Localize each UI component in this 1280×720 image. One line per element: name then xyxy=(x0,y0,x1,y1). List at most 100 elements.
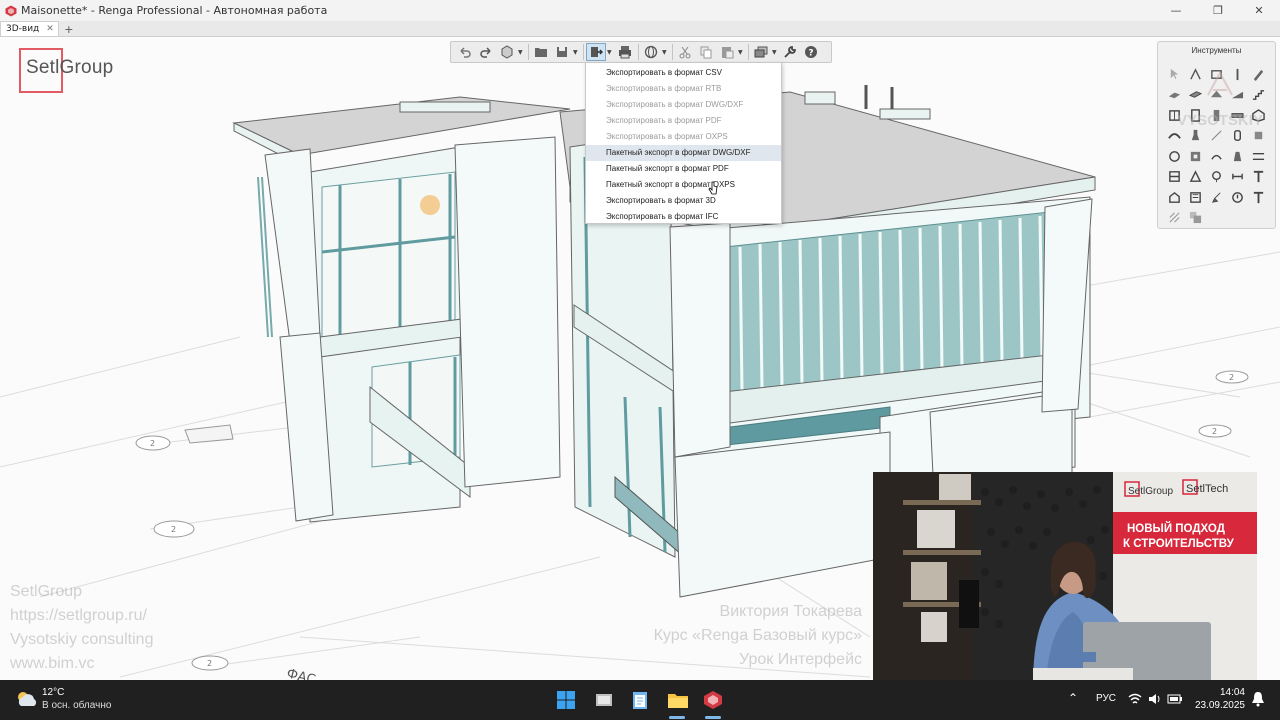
vysotskiy-watermark: VYSOTSKIY xyxy=(1177,70,1263,129)
pipe-tool-icon[interactable] xyxy=(1164,146,1185,167)
watermark-text: VYSOTSKIY xyxy=(1177,112,1263,129)
menu-item-batch-pdf[interactable]: Пакетный экспорт в формат PDF xyxy=(586,161,781,177)
help-button[interactable]: ? xyxy=(801,43,821,61)
chevron-down-icon[interactable]: ▼ xyxy=(738,49,744,56)
copy-button[interactable] xyxy=(696,43,716,61)
weather-temp[interactable]: 12°C xyxy=(42,687,64,698)
chevron-up-icon[interactable]: ⌃ xyxy=(1068,691,1078,705)
open-button[interactable] xyxy=(531,43,551,61)
fixture-tool-icon[interactable] xyxy=(1227,146,1248,167)
redo-button[interactable] xyxy=(476,43,496,61)
section-tool-icon[interactable] xyxy=(1185,187,1206,208)
main-toolbar: ▼ ▼ ▼ ▼ ▼ ▼ ? xyxy=(450,41,832,63)
restore-icon[interactable]: ❐ xyxy=(1198,0,1238,21)
file-explorer-button[interactable] xyxy=(666,688,690,712)
clock-time[interactable]: 14:04 xyxy=(1205,687,1245,698)
active-app-indicator xyxy=(705,716,721,719)
settings-button[interactable] xyxy=(780,43,800,61)
weather-text[interactable]: В осн. облачно xyxy=(42,700,111,711)
light-tool-icon[interactable] xyxy=(1206,167,1227,188)
presenter-webcam: SetlGroup SetlTech НОВЫЙ ПОДХОД К СТРОИТ… xyxy=(873,472,1257,688)
notification-bell-icon[interactable] xyxy=(1251,691,1265,707)
start-button[interactable] xyxy=(554,688,578,712)
text-tool-icon[interactable] xyxy=(1248,167,1269,188)
new-tab-button[interactable]: + xyxy=(62,22,76,36)
windows-logo-icon xyxy=(557,691,575,709)
tab-3d-view[interactable]: 3D-вид ✕ xyxy=(0,21,59,36)
save-button[interactable] xyxy=(552,43,572,61)
minimize-icon[interactable]: — xyxy=(1156,0,1196,21)
menu-item-export-oxps[interactable]: Экспортировать в формат OXPS xyxy=(586,129,781,145)
chevron-down-icon[interactable]: ▼ xyxy=(772,49,778,56)
cut-button[interactable] xyxy=(675,43,695,61)
duct-tool-icon[interactable] xyxy=(1185,146,1206,167)
export-dropdown-menu: Экспортировать в формат CSV Экспортирова… xyxy=(585,62,782,224)
floor-label: ФАС xyxy=(285,666,317,680)
room-tool-icon[interactable] xyxy=(1164,167,1185,188)
area-tool-icon[interactable] xyxy=(1185,167,1206,188)
folder-icon xyxy=(535,48,547,57)
clock-date[interactable]: 23.09.2025 xyxy=(1188,700,1245,711)
menu-item-export-pdf[interactable]: Экспортировать в формат PDF xyxy=(586,113,781,129)
hatch-tool-icon[interactable] xyxy=(1164,208,1185,229)
tab-label: 3D-вид xyxy=(6,24,40,34)
folder-icon xyxy=(668,694,688,708)
document-tabbar: 3D-вид ✕ + xyxy=(0,21,1280,37)
menu-item-export-ifc[interactable]: Экспортировать в формат IFC xyxy=(586,209,781,225)
overlay-lesson: Урок Интерфейс xyxy=(739,651,862,668)
overlay-credits-right: Виктория Токарева Курс «Renga Базовый ку… xyxy=(654,600,862,672)
logo-text: SetlGroup xyxy=(26,57,114,78)
renga-taskbar-button[interactable] xyxy=(701,688,725,712)
marker-tool-icon[interactable] xyxy=(1206,187,1227,208)
undo-button[interactable] xyxy=(455,43,475,61)
notepad-button[interactable] xyxy=(628,688,652,712)
language-indicator[interactable]: РУС xyxy=(1096,693,1116,704)
print-button[interactable] xyxy=(615,43,635,61)
close-icon[interactable]: ✕ xyxy=(1239,0,1279,21)
overlay-author: Виктория Токарева xyxy=(719,603,862,620)
group-tool-icon[interactable] xyxy=(1185,208,1206,229)
axis-marker: 2 xyxy=(150,439,155,448)
menu-item-export-3d[interactable]: Экспортировать в формат 3D xyxy=(586,193,781,209)
menu-item-batch-oxps[interactable]: Пакетный экспорт в формат OXPS xyxy=(586,177,781,193)
volume-icon[interactable] xyxy=(1148,692,1162,706)
help-icon: ? xyxy=(805,46,817,59)
elevation-tool-icon[interactable] xyxy=(1164,187,1185,208)
menu-item-export-rtb[interactable]: Экспортировать в формат RTB xyxy=(586,81,781,97)
banner-line-2: К СТРОИТЕЛЬСТВУ xyxy=(1123,538,1235,550)
redo-icon xyxy=(480,47,491,58)
dimension-tool-icon[interactable] xyxy=(1227,167,1248,188)
window-title: Maisonette* - Renga Professional - Автон… xyxy=(21,4,328,17)
battery-icon[interactable] xyxy=(1167,693,1183,705)
overlay-course: Курс «Renga Базовый курс» xyxy=(653,627,862,644)
chevron-down-icon[interactable]: ▼ xyxy=(607,49,613,56)
close-tab-icon[interactable]: ✕ xyxy=(46,24,54,34)
menu-item-batch-dwg[interactable]: Пакетный экспорт в формат DWG/DXF xyxy=(586,145,781,161)
webcam-scene: SetlGroup SetlTech НОВЫЙ ПОДХОД К СТРОИТ… xyxy=(873,472,1257,688)
menu-item-export-dwg[interactable]: Экспортировать в формат DWG/DXF xyxy=(586,97,781,113)
menu-item-export-csv[interactable]: Экспортировать в формат CSV xyxy=(586,65,781,81)
axis-marker: 2 xyxy=(171,525,176,534)
axis-marker: 2 xyxy=(207,659,212,668)
renga-app-icon xyxy=(704,691,722,709)
axis-marker: 2 xyxy=(1229,373,1234,382)
banner-logo-right: SetlTech xyxy=(1186,483,1228,495)
undo-icon xyxy=(460,47,471,58)
paste-button[interactable] xyxy=(717,43,737,61)
cube-icon xyxy=(501,45,513,59)
chevron-down-icon[interactable]: ▼ xyxy=(662,49,668,56)
export-button[interactable] xyxy=(586,43,606,61)
rebar-tool-icon[interactable] xyxy=(1248,146,1269,167)
renga-app-icon xyxy=(5,5,17,16)
annotation-tool-icon[interactable] xyxy=(1227,187,1248,208)
paste-icon xyxy=(722,47,734,59)
navigation-button[interactable] xyxy=(641,43,661,61)
task-view-button[interactable] xyxy=(592,688,616,712)
project-button[interactable] xyxy=(497,43,517,61)
wifi-icon[interactable] xyxy=(1128,692,1142,706)
views-button[interactable] xyxy=(751,43,771,61)
chevron-down-icon[interactable]: ▼ xyxy=(573,49,579,56)
fitting-tool-icon[interactable] xyxy=(1206,146,1227,167)
chevron-down-icon[interactable]: ▼ xyxy=(518,49,524,56)
label-tool-icon[interactable] xyxy=(1248,187,1269,208)
